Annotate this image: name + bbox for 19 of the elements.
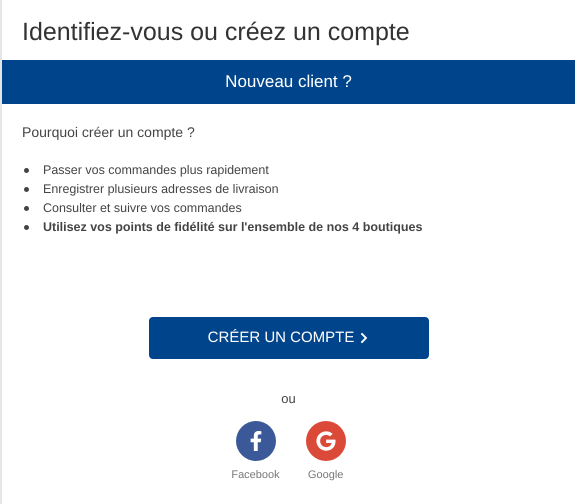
bullet-icon bbox=[24, 187, 29, 192]
section-banner: Nouveau client ? bbox=[2, 60, 575, 104]
page-title: Identifiez-vous ou créez un compte bbox=[21, 17, 411, 48]
bullet-icon bbox=[24, 206, 29, 211]
separator-text: ou bbox=[281, 390, 296, 408]
benefit-text: Enregistrer plusieurs adresses de livraison bbox=[43, 181, 279, 198]
benefit-text: Passer vos commandes plus rapidement bbox=[43, 162, 269, 179]
chevron-icon bbox=[359, 332, 370, 344]
benefit-text: Utilisez vos points de fidélité sur l'ensemble de nos 4 boutiques bbox=[43, 219, 422, 236]
google-button[interactable] bbox=[306, 420, 346, 460]
section-question: Pourquoi créer un compte ? bbox=[22, 123, 196, 142]
bullet-icon bbox=[24, 168, 29, 173]
social-label: Facebook bbox=[231, 468, 280, 482]
letter-g-icon bbox=[316, 430, 336, 450]
bullet-icon bbox=[24, 225, 29, 230]
social-label: Google bbox=[308, 468, 344, 482]
create-account-button[interactable]: CRÉER UN COMPTE bbox=[148, 317, 428, 359]
benefit-text: Consulter et suivre vos commandes bbox=[43, 200, 242, 217]
facebook-button[interactable] bbox=[236, 420, 276, 460]
